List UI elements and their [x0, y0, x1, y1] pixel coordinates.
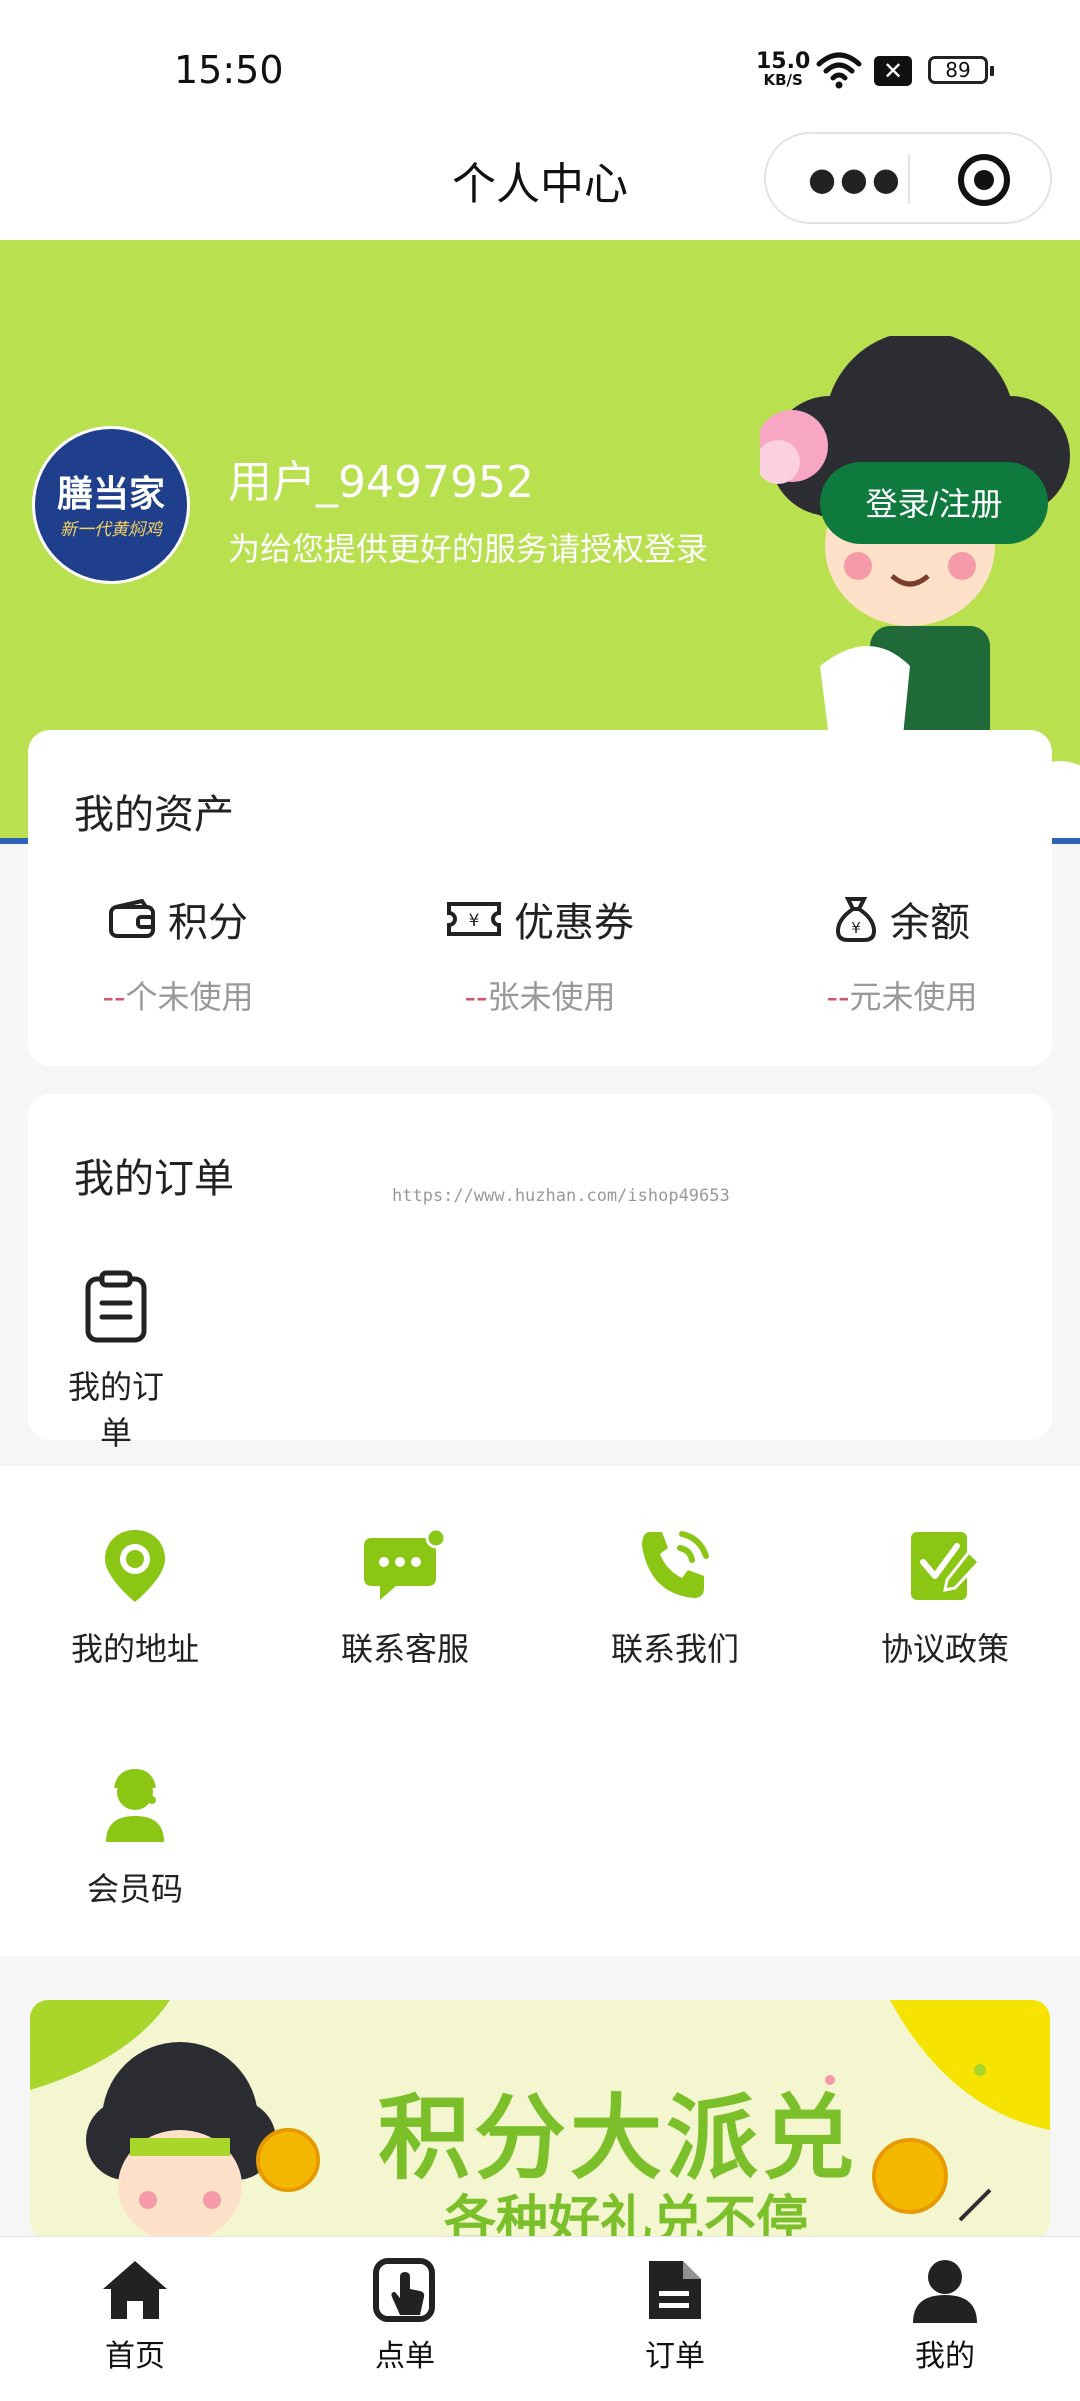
- tab-home[interactable]: 首页: [0, 2257, 270, 2375]
- battery-icon: 89: [928, 56, 994, 84]
- banner-subtitle: 各种好礼兑不停: [444, 2191, 809, 2240]
- logo-name: 膳当家: [56, 474, 165, 515]
- asset-value: --: [826, 978, 850, 1016]
- service-label: 协议政策: [880, 1630, 1009, 1668]
- asset-label: 余额: [890, 900, 970, 946]
- my-orders-entry[interactable]: 我的订单: [56, 1270, 176, 1454]
- tap-order-icon: [373, 2258, 435, 2322]
- document-icon: [649, 2261, 701, 2319]
- asset-balance[interactable]: ¥ 余额 --元未使用: [752, 890, 1052, 1018]
- service-label: 联系我们: [610, 1630, 739, 1668]
- wifi-icon: [816, 52, 862, 89]
- service-agreement-policy[interactable]: 协议政策: [810, 1526, 1080, 1670]
- assets-card: 我的资产 积分 --个未使用 ¥ 优惠券 --张未使用 ¥ 余额 --元未使用: [28, 730, 1052, 1066]
- points-promo-banner[interactable]: 积分大派兑 各种好礼兑不停: [30, 2000, 1050, 2240]
- network-speed-unit: KB/S: [763, 71, 803, 89]
- asset-unit: 个未使用: [125, 978, 254, 1016]
- brand-logo: 膳当家 新一代黄焖鸡: [32, 426, 190, 584]
- coupon-icon: ¥: [447, 902, 501, 936]
- bottom-tab-bar: 首页 点单 订单 我的: [0, 2236, 1080, 2401]
- watermark-url: https://www.huzhan.com/ishop49653: [392, 1186, 730, 1206]
- asset-value: --: [102, 978, 126, 1016]
- clipboard-icon: [85, 1270, 147, 1343]
- services-grid: 我的地址 联系客服 联系我们 协议政策 会员码: [0, 1466, 1080, 1956]
- network-speed-value: 15.0: [756, 49, 811, 74]
- orders-card: 我的订单 https://www.huzhan.com/ishop49653 我…: [28, 1094, 1052, 1452]
- tab-orders[interactable]: 订单: [540, 2257, 810, 2375]
- sim-off-icon: ✕: [874, 56, 912, 86]
- tab-mine[interactable]: 我的: [810, 2257, 1080, 2375]
- network-speed: 15.0 KB/S: [756, 49, 811, 89]
- service-contact-us[interactable]: 联系我们: [540, 1526, 810, 1670]
- more-dots-icon[interactable]: ●●●: [806, 161, 906, 197]
- service-address[interactable]: 我的地址: [0, 1526, 270, 1670]
- target-circle-icon[interactable]: [956, 152, 1012, 208]
- asset-points[interactable]: 积分 --个未使用: [28, 890, 328, 1018]
- tab-order-food[interactable]: 点单: [270, 2257, 540, 2375]
- tab-label: 我的: [915, 2339, 975, 2374]
- service-label: 联系客服: [340, 1630, 469, 1668]
- tab-label: 点单: [375, 2339, 435, 2374]
- person-icon: [913, 2260, 977, 2323]
- home-icon: [103, 2261, 167, 2319]
- asset-label: 积分: [168, 900, 248, 946]
- assets-title: 我的资产: [74, 792, 234, 838]
- status-time: 15:50: [174, 48, 284, 92]
- svg-text:¥: ¥: [469, 911, 480, 931]
- username: 用户_9497952: [228, 457, 534, 508]
- mini-program-capsule: ●●●: [764, 132, 1052, 224]
- asset-label: 优惠券: [514, 900, 634, 946]
- member-icon: [106, 1768, 164, 1842]
- svg-text:¥: ¥: [851, 919, 861, 937]
- service-label: 会员码: [86, 1870, 183, 1908]
- service-member-code[interactable]: 会员码: [0, 1766, 270, 1910]
- asset-unit: 元未使用: [849, 978, 978, 1016]
- service-label: 我的地址: [70, 1630, 199, 1668]
- capsule-divider: [908, 154, 910, 204]
- service-customer-support[interactable]: 联系客服: [270, 1526, 540, 1670]
- location-pin-icon: [105, 1530, 165, 1602]
- order-entry-label: 我的订单: [67, 1368, 164, 1452]
- agreement-icon: [911, 1532, 982, 1600]
- asset-coupons[interactable]: ¥ 优惠券 --张未使用: [390, 890, 690, 1018]
- asset-value: --: [464, 978, 488, 1016]
- orders-title: 我的订单: [74, 1156, 234, 1202]
- money-bag-icon: ¥: [835, 897, 877, 942]
- status-bar: 15:50 15.0 KB/S ✕ 89: [0, 0, 1080, 130]
- navigation-bar: 个人中心 ●●●: [0, 130, 1080, 240]
- tab-label: 首页: [105, 2339, 165, 2374]
- tab-label: 订单: [645, 2339, 705, 2374]
- login-register-button[interactable]: 登录/注册: [820, 462, 1048, 544]
- phone-icon: [642, 1531, 709, 1598]
- logo-slogan: 新一代黄焖鸡: [60, 520, 162, 540]
- asset-unit: 张未使用: [487, 978, 616, 1016]
- login-tip: 为给您提供更好的服务请授权登录: [228, 530, 709, 568]
- wallet-icon: [109, 899, 155, 938]
- chat-bubble-icon: [364, 1527, 446, 1600]
